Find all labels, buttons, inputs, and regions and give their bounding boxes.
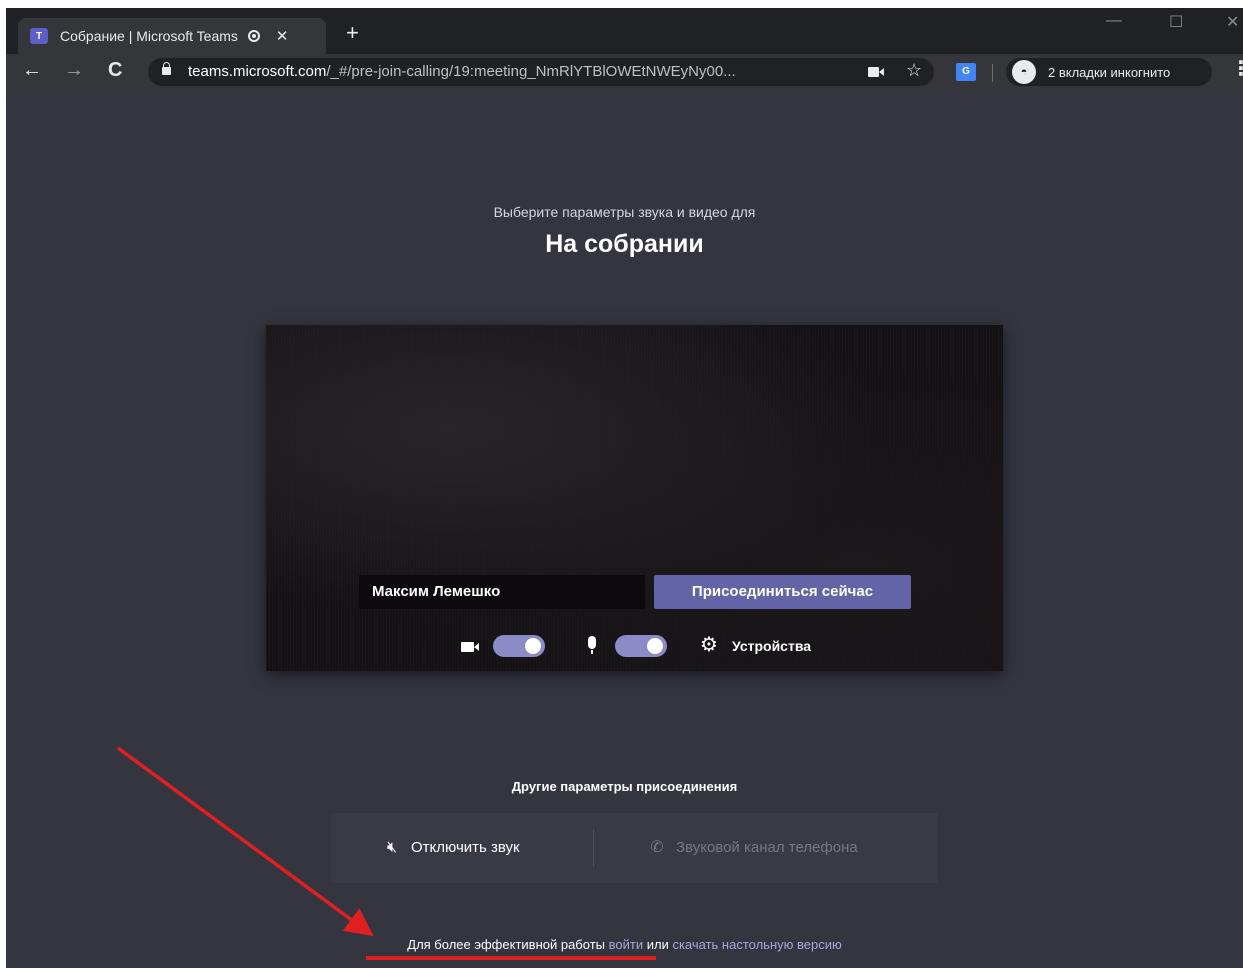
- bookmark-star-icon[interactable]: ☆: [906, 60, 922, 81]
- prejoin-subtitle: Выберите параметры звука и видео для: [493, 204, 756, 220]
- phone-icon: ✆: [650, 839, 664, 856]
- maximize-button[interactable]: ☐: [1169, 12, 1183, 32]
- camera-icon: [461, 642, 479, 652]
- address-bar[interactable]: teams.microsoft.com/_#/pre-join-calling/…: [148, 58, 934, 86]
- url-path: /_#/pre-join-calling/19:meeting_NmRlYTBl…: [326, 63, 736, 80]
- video-preview: Максим Лемешко Присоединиться сейчас ⚙ У…: [266, 325, 1003, 671]
- phone-audio-label: Звуковой канал телефона: [676, 839, 858, 856]
- incognito-icon: ◓: [1012, 60, 1036, 84]
- new-tab-button[interactable]: +: [346, 20, 359, 46]
- footer-middle: или: [646, 937, 669, 952]
- microphone-icon: [588, 636, 596, 654]
- other-options-title: Другие параметры присоединения: [511, 779, 738, 794]
- browser-tab[interactable]: T Собрание | Microsoft Teams ✕: [18, 18, 326, 54]
- close-window-button[interactable]: ✕: [1226, 12, 1239, 32]
- speaker-muted-icon: 🔇︎: [386, 839, 398, 856]
- teams-logo-icon: T: [30, 28, 48, 44]
- url-text: teams.microsoft.com/_#/pre-join-calling/…: [188, 63, 736, 80]
- incognito-label: 2 вкладки инкогнито: [1048, 64, 1171, 80]
- join-now-button[interactable]: Присоединиться сейчас: [654, 575, 911, 609]
- camera-toggle[interactable]: [493, 635, 545, 657]
- tab-close-button[interactable]: ✕: [276, 27, 289, 45]
- options-divider: [593, 829, 594, 867]
- devices-button[interactable]: Устройства: [732, 638, 811, 654]
- other-options-panel: 🔇︎ Отключить звук ✆ Звуковой канал телефон…: [331, 813, 938, 883]
- meeting-title: На собрании: [545, 230, 704, 258]
- footer-text: Для более эффективной работы войти или с…: [6, 937, 1243, 952]
- gear-icon[interactable]: ⚙: [700, 631, 718, 659]
- microphone-toggle[interactable]: [615, 635, 667, 657]
- recording-icon: [247, 30, 260, 42]
- browser-window: T Собрание | Microsoft Teams ✕ + — ☐ ✕ ←…: [6, 8, 1243, 968]
- tab-title: Собрание | Microsoft Teams: [60, 28, 238, 44]
- display-name-field[interactable]: Максим Лемешко: [359, 575, 645, 609]
- mute-audio-label: Отключить звук: [411, 839, 520, 856]
- forward-button[interactable]: →: [64, 59, 84, 82]
- phone-audio-option[interactable]: ✆ Звуковой канал телефона: [646, 813, 858, 883]
- camera-permission-icon[interactable]: [868, 67, 884, 77]
- back-button[interactable]: ←: [22, 59, 42, 82]
- lock-icon: [162, 62, 171, 75]
- browser-menu-icon[interactable]: ⋮: [1231, 56, 1243, 81]
- download-desktop-link[interactable]: скачать настольную версию: [672, 937, 841, 952]
- url-host: teams.microsoft.com: [188, 63, 327, 80]
- mute-audio-option[interactable]: 🔇︎ Отключить звук: [381, 813, 520, 883]
- sign-in-link[interactable]: войти: [609, 937, 643, 952]
- av-controls: ⚙ Устройства: [266, 631, 1003, 661]
- toolbar-divider: [992, 64, 993, 82]
- browser-toolbar: ← → C teams.microsoft.com/_#/pre-join-ca…: [6, 54, 1243, 90]
- footer-prefix: Для более эффективной работы: [407, 937, 605, 952]
- incognito-indicator[interactable]: ◓ 2 вкладки инкогнито: [1006, 58, 1212, 86]
- minimize-button[interactable]: —: [1106, 12, 1122, 30]
- tab-strip: T Собрание | Microsoft Teams ✕ + — ☐ ✕: [6, 8, 1243, 54]
- translate-extension-icon[interactable]: G: [956, 63, 976, 81]
- reload-button[interactable]: C: [108, 59, 122, 82]
